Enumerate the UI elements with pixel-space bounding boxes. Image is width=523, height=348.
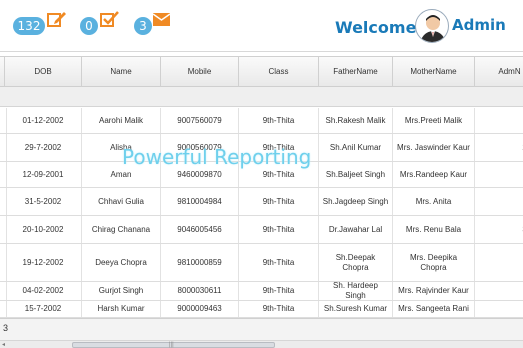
filter-row[interactable] (0, 87, 523, 107)
cell-dob[interactable]: 19-12-2002 (5, 244, 82, 281)
cell-mobile[interactable]: 9046005456 (161, 216, 239, 243)
cell-admno[interactable]: 1076 (475, 108, 523, 133)
cell-mobile[interactable]: 9007560079 (161, 108, 239, 133)
badge-count[interactable]: 3 (134, 17, 152, 35)
cell-class[interactable]: 9th-Thita (239, 301, 319, 317)
cell-dob[interactable]: 31-5-2002 (5, 188, 82, 215)
cell-dob[interactable]: 29-7-2002 (5, 134, 82, 161)
cell-admno[interactable]: 309A (475, 216, 523, 243)
cell-admno[interactable]: 720 (475, 162, 523, 187)
table-row[interactable]: 01-12-2002 Aarohi Malik 9007560079 9th-Thit… (0, 108, 523, 134)
grid-header: DOB Name Mobile Class FatherName MotherN… (0, 57, 523, 87)
student-grid: DOB Name Mobile Class FatherName MotherN… (0, 56, 523, 318)
table-row[interactable]: 20-10-2002 Chirag Chanana 9046005456 9th-Th… (0, 216, 523, 244)
cell-class[interactable]: 9th-Thita (239, 216, 319, 243)
cell-admno[interactable]: 1320 (475, 282, 523, 300)
cell-mothername[interactable]: Mrs. Renu Bala (393, 216, 475, 243)
column-header-class[interactable]: Class (239, 57, 319, 87)
edit-icon[interactable] (47, 10, 67, 28)
cell-fathername[interactable]: Sh.Anil Kumar (319, 134, 393, 161)
column-header-admno[interactable]: AdmN (475, 57, 523, 87)
cell-class[interactable]: 9th-Thita (239, 108, 319, 133)
cell-dob[interactable]: 20-10-2002 (5, 216, 82, 243)
cell-mothername[interactable]: Mrs. Rajvinder Kaur (393, 282, 475, 300)
cell-admno[interactable]: 1069 (475, 188, 523, 215)
cell-admno[interactable]: 628 (475, 301, 523, 317)
envelope-icon[interactable] (152, 10, 172, 28)
cell-admno[interactable]: 1243 (475, 244, 523, 281)
cell-name[interactable]: Chirag Chanana (82, 216, 161, 243)
cell-mothername[interactable]: Mrs. Anita (393, 188, 475, 215)
grip-icon: ||| (169, 342, 174, 348)
grid-footer: 3 (0, 318, 523, 340)
cell-mobile[interactable]: 8000030611 (161, 282, 239, 300)
table-row[interactable]: 19-12-2002 Deeya Chopra 9810000859 9th-Thit… (0, 244, 523, 282)
cell-mothername[interactable]: Mrs. Jaswinder Kaur (393, 134, 475, 161)
cell-name[interactable]: Aarohi Malik (82, 108, 161, 133)
cell-dob[interactable]: 12-09-2001 (5, 162, 82, 187)
badge-count[interactable]: 132 (13, 17, 45, 35)
user-name[interactable]: Admin (452, 16, 506, 34)
avatar[interactable] (415, 9, 449, 43)
table-row[interactable]: 15-7-2002 Harsh Kumar 9000009463 9th-Thita S… (0, 301, 523, 318)
cell-class[interactable]: 9th-Thita (239, 244, 319, 281)
column-header-name[interactable]: Name (82, 57, 161, 87)
cell-mobile[interactable]: 9000009463 (161, 301, 239, 317)
cell-name[interactable]: Chhavi Gulia (82, 188, 161, 215)
cell-dob[interactable]: 15-7-2002 (5, 301, 82, 317)
cell-mothername[interactable]: Mrs.Preeti Malik (393, 108, 475, 133)
welcome-label: Welcome (335, 18, 417, 37)
user-avatar-icon (420, 15, 446, 42)
table-row[interactable]: 31-5-2002 Chhavi Gulia 9810004984 9th-Thita… (0, 188, 523, 216)
cell-fathername[interactable]: Sh.Deepak Chopra (319, 244, 393, 281)
cell-mothername[interactable]: Mrs.Randeep Kaur (393, 162, 475, 187)
checkbox-icon[interactable] (100, 10, 120, 28)
column-header-mobile[interactable]: Mobile (161, 57, 239, 87)
cell-dob[interactable]: 04-02-2002 (5, 282, 82, 300)
cell-fathername[interactable]: Sh.Rakesh Malik (319, 108, 393, 133)
cell-mobile[interactable]: 9810000859 (161, 244, 239, 281)
page-number: 3 (3, 323, 9, 333)
cell-fathername[interactable]: Sh.Suresh Kumar (319, 301, 393, 317)
cell-name[interactable]: Harsh Kumar (82, 301, 161, 317)
cell-name[interactable]: Gurjot Singh (82, 282, 161, 300)
scrollbar-thumb[interactable]: ||| (72, 342, 275, 348)
column-header-fathername[interactable]: FatherName (319, 57, 393, 87)
cell-mothername[interactable]: Mrs. Deepika Chopra (393, 244, 475, 281)
top-bar: 132 0 3 Welcome Admin (0, 0, 523, 52)
cell-mobile[interactable]: 9810004984 (161, 188, 239, 215)
cell-class[interactable]: 9th-Thita (239, 188, 319, 215)
column-header-dob[interactable]: DOB (5, 57, 82, 87)
cell-admno[interactable]: 221A (475, 134, 523, 161)
overlay-caption: Powerful Reporting (122, 145, 312, 169)
badge-count[interactable]: 0 (80, 17, 98, 35)
cell-fathername[interactable]: Sh. Hardeep Singh (319, 281, 393, 300)
cell-mothername[interactable]: Mrs. Sangeeta Rani (393, 301, 475, 317)
column-header-mothername[interactable]: MotherName (393, 57, 475, 87)
cell-class[interactable]: 9th-Thita (239, 282, 319, 300)
table-row[interactable]: 04-02-2002 Gurjot Singh 8000030611 9th-Thit… (0, 281, 523, 301)
horizontal-scrollbar[interactable]: ◂ ||| (0, 340, 523, 348)
cell-dob[interactable]: 01-12-2002 (5, 108, 82, 133)
cell-fathername[interactable]: Sh.Jagdeep Singh (319, 188, 393, 215)
cell-fathername[interactable]: Sh.Baljeet Singh (319, 162, 393, 187)
cell-fathername[interactable]: Dr.Jawahar Lal (319, 216, 393, 243)
cell-name[interactable]: Deeya Chopra (82, 244, 161, 281)
scroll-left-icon[interactable]: ◂ (2, 341, 5, 348)
